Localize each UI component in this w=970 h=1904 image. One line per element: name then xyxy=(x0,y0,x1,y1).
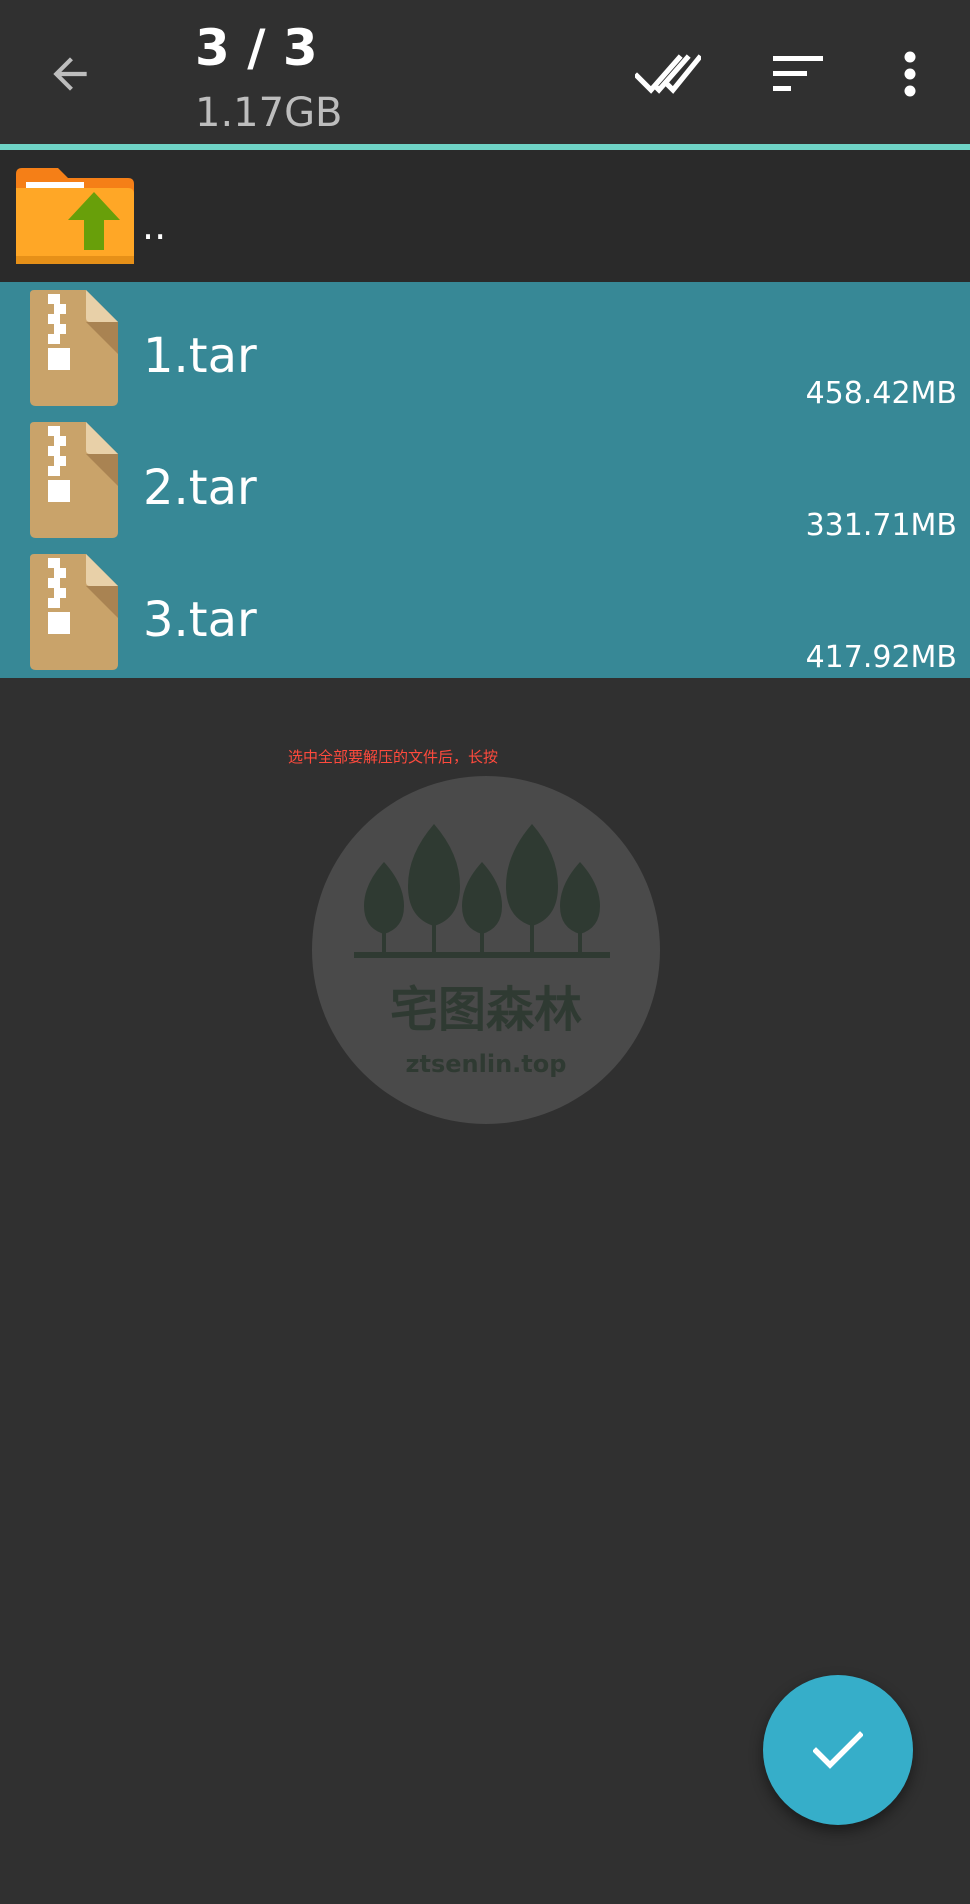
parent-directory-label: .. xyxy=(142,204,167,248)
archive-file-icon xyxy=(30,290,118,406)
confirm-fab-button[interactable] xyxy=(763,1675,913,1825)
sort-button[interactable] xyxy=(750,26,846,122)
selected-files-block: 1.tar 458.42MB 2.tar 331.71MB 3.tar 417.… xyxy=(0,282,970,678)
file-name: 2.tar xyxy=(143,460,257,516)
file-name: 1.tar xyxy=(143,328,257,384)
select-all-button[interactable] xyxy=(620,26,716,122)
instruction-hint: 选中全部要解压的文件后，长按 xyxy=(288,748,499,766)
watermark-url: ztsenlin.top xyxy=(406,1050,567,1078)
file-list: .. 1.tar 458.42MB 2.tar 331.71MB 3.tar 4… xyxy=(0,150,970,678)
watermark-name: 宅图森林 xyxy=(390,982,582,1038)
file-item-3[interactable]: 3.tar 417.92MB xyxy=(0,546,970,678)
double-check-icon xyxy=(635,54,701,94)
more-vert-icon xyxy=(904,51,916,97)
file-size: 417.92MB xyxy=(805,640,957,675)
file-item-2[interactable]: 2.tar 331.71MB xyxy=(0,414,970,546)
arrow-back-icon xyxy=(53,57,87,91)
file-item-1[interactable]: 1.tar 458.42MB xyxy=(0,282,970,414)
file-size: 458.42MB xyxy=(805,376,957,411)
file-name: 3.tar xyxy=(143,592,257,648)
file-size: 331.71MB xyxy=(805,508,957,543)
parent-directory-item[interactable]: .. xyxy=(0,150,970,282)
app-bar: 3 / 3 1.17GB xyxy=(0,0,970,150)
page-subtitle: 1.17GB xyxy=(195,90,343,136)
watermark-logo: 宅图森林 ztsenlin.top xyxy=(312,776,660,1124)
archive-file-icon xyxy=(30,554,118,670)
page-title: 3 / 3 xyxy=(195,19,318,77)
check-icon xyxy=(813,1731,863,1769)
more-options-button[interactable] xyxy=(862,26,958,122)
folder-up-icon xyxy=(16,168,134,264)
back-button[interactable] xyxy=(22,26,118,122)
archive-file-icon xyxy=(30,422,118,538)
sort-icon xyxy=(773,56,823,91)
